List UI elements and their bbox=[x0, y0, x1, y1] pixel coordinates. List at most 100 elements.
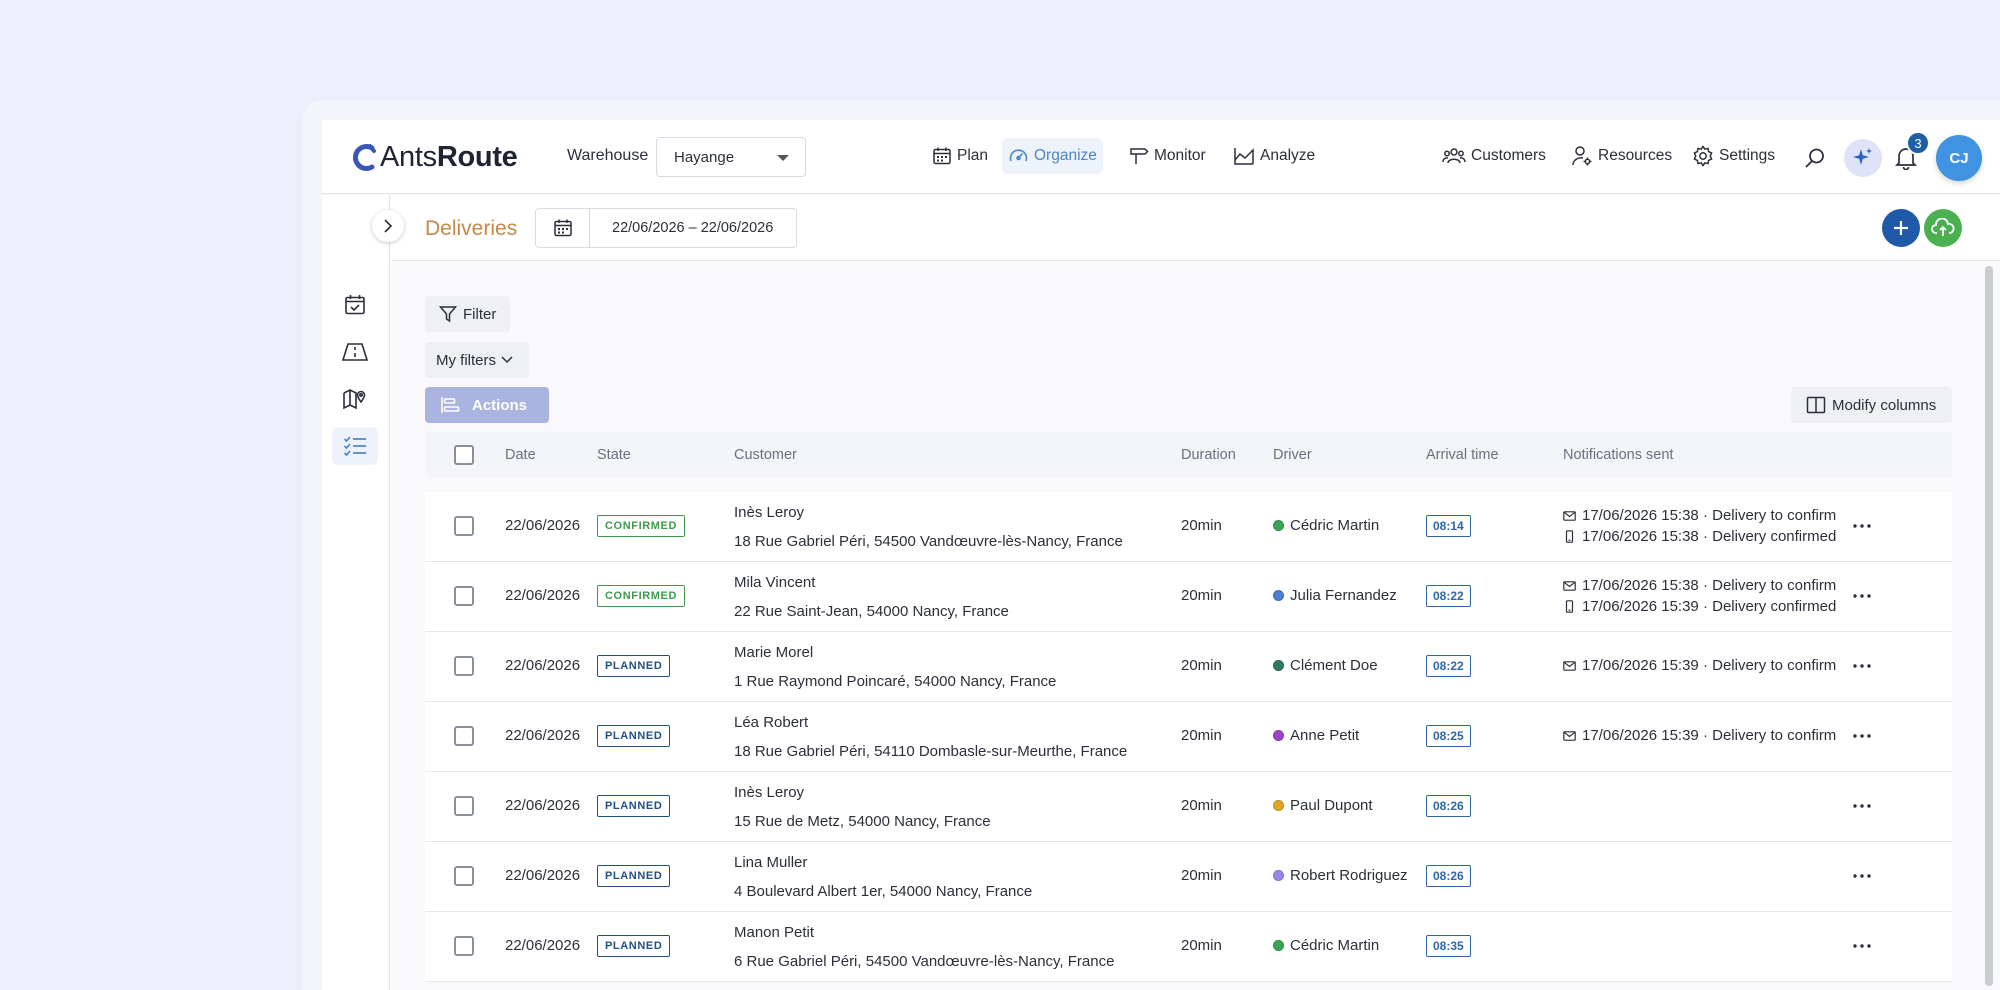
row-checkbox[interactable] bbox=[454, 516, 474, 536]
header-state[interactable]: State bbox=[597, 447, 631, 463]
row-more-button[interactable] bbox=[1847, 865, 1877, 887]
header-date[interactable]: Date bbox=[505, 447, 536, 463]
row-address: 6 Rue Gabriel Péri, 54500 Vandœuvre-lès-… bbox=[734, 953, 1115, 970]
warehouse-select[interactable]: Hayange bbox=[656, 137, 806, 177]
row-checkbox[interactable] bbox=[454, 586, 474, 606]
row-customer-name[interactable]: Inès Leroy bbox=[734, 504, 804, 521]
my-filters-dropdown[interactable]: My filters bbox=[425, 342, 529, 378]
arrival-time-badge: 08:22 bbox=[1426, 585, 1471, 607]
plus-icon bbox=[1894, 221, 1908, 235]
ai-assistant-button[interactable] bbox=[1844, 139, 1882, 177]
nav-analyze[interactable]: Analyze bbox=[1227, 138, 1321, 174]
notification-text: 17/06/2026 15:38 · Delivery to confirm bbox=[1582, 577, 1837, 594]
row-duration: 20min bbox=[1181, 797, 1222, 814]
filter-button[interactable]: Filter bbox=[425, 296, 510, 332]
header-arrival-time[interactable]: Arrival time bbox=[1426, 447, 1499, 463]
row-customer-name[interactable]: Inès Leroy bbox=[734, 784, 804, 801]
header-notifications[interactable]: Notifications sent bbox=[1563, 447, 1673, 463]
row-customer-name[interactable]: Lina Muller bbox=[734, 854, 807, 871]
row-checkbox[interactable] bbox=[454, 796, 474, 816]
row-more-button[interactable] bbox=[1847, 795, 1877, 817]
page-header: Deliveries 22/06/2026 – 22/06/2026 bbox=[391, 195, 2000, 261]
search-button[interactable] bbox=[1799, 142, 1831, 174]
row-more-button[interactable] bbox=[1847, 725, 1877, 747]
arrival-time-badge: 08:35 bbox=[1426, 935, 1471, 957]
more-horizontal-icon bbox=[1853, 874, 1871, 878]
import-button[interactable] bbox=[1924, 209, 1962, 247]
arrival-time-badge: 08:26 bbox=[1426, 865, 1471, 887]
row-customer-name[interactable]: Manon Petit bbox=[734, 924, 814, 941]
header-customer[interactable]: Customer bbox=[734, 447, 797, 463]
scrollbar[interactable] bbox=[1985, 266, 1993, 986]
nav-plan[interactable]: Plan bbox=[926, 138, 994, 174]
nav-monitor[interactable]: Monitor bbox=[1123, 138, 1212, 174]
table-row[interactable]: 22/06/2026 PLANNED Léa Robert 18 Rue Gab… bbox=[425, 702, 1952, 772]
date-range-picker[interactable]: 22/06/2026 – 22/06/2026 bbox=[535, 208, 797, 248]
row-driver-name: Anne Petit bbox=[1290, 727, 1360, 744]
row-more-button[interactable] bbox=[1847, 655, 1877, 677]
row-driver-name: Cédric Martin bbox=[1290, 517, 1380, 534]
row-checkbox[interactable] bbox=[454, 936, 474, 956]
add-delivery-button[interactable] bbox=[1882, 209, 1920, 247]
calendar-check-icon bbox=[345, 295, 365, 315]
sidebar-item-deliveries[interactable] bbox=[332, 427, 378, 465]
row-address: 4 Boulevard Albert 1er, 54000 Nancy, Fra… bbox=[734, 883, 1033, 900]
row-more-button[interactable] bbox=[1847, 585, 1877, 607]
row-checkbox[interactable] bbox=[454, 656, 474, 676]
arrival-time-badge: 08:25 bbox=[1426, 725, 1471, 747]
nav-resources[interactable]: Resources bbox=[1565, 138, 1678, 174]
sidebar-item-calendar[interactable] bbox=[332, 286, 378, 324]
status-badge: PLANNED bbox=[597, 865, 671, 887]
email-icon bbox=[1563, 580, 1576, 591]
row-customer-name[interactable]: Léa Robert bbox=[734, 714, 808, 731]
actions-button[interactable]: Actions bbox=[425, 387, 549, 423]
table-row[interactable]: 22/06/2026 CONFIRMED Mila Vincent 22 Rue… bbox=[425, 562, 1952, 632]
sidebar bbox=[322, 195, 390, 990]
row-address: 22 Rue Saint-Jean, 54000 Nancy, France bbox=[734, 603, 1009, 620]
deliveries-content: Filter My filters Actions Modify columns… bbox=[391, 262, 2000, 990]
nav-settings[interactable]: Settings bbox=[1686, 138, 1781, 174]
status-badge: CONFIRMED bbox=[597, 515, 686, 537]
row-customer-name[interactable]: Mila Vincent bbox=[734, 574, 815, 591]
avatar[interactable]: CJ bbox=[1936, 135, 1982, 181]
row-address: 1 Rue Raymond Poincaré, 54000 Nancy, Fra… bbox=[734, 673, 1057, 690]
modify-columns-button[interactable]: Modify columns bbox=[1791, 387, 1952, 423]
table-row[interactable]: 22/06/2026 PLANNED Marie Morel 1 Rue Ray… bbox=[425, 632, 1952, 702]
cloud-upload-icon bbox=[1931, 218, 1955, 236]
notification-count-badge: 3 bbox=[1906, 131, 1930, 155]
row-more-button[interactable] bbox=[1847, 515, 1877, 537]
table-row[interactable]: 22/06/2026 PLANNED Lina Muller 4 Bouleva… bbox=[425, 842, 1952, 912]
date-picker-button[interactable] bbox=[536, 209, 590, 247]
select-all-checkbox[interactable] bbox=[454, 445, 474, 465]
header-duration[interactable]: Duration bbox=[1181, 447, 1236, 463]
modify-columns-label: Modify columns bbox=[1832, 396, 1937, 414]
road-icon bbox=[341, 343, 369, 361]
driver-color-dot bbox=[1273, 940, 1284, 951]
table-row[interactable]: 22/06/2026 CONFIRMED Inès Leroy 18 Rue G… bbox=[425, 492, 1952, 562]
calendar-icon bbox=[933, 147, 951, 165]
nav-settings-label: Settings bbox=[1719, 147, 1776, 164]
phone-icon bbox=[1565, 530, 1574, 543]
email-icon bbox=[1563, 660, 1576, 671]
more-horizontal-icon bbox=[1853, 734, 1871, 738]
row-checkbox[interactable] bbox=[454, 866, 474, 886]
header-driver[interactable]: Driver bbox=[1273, 447, 1312, 463]
row-date: 22/06/2026 bbox=[505, 727, 581, 744]
row-address: 18 Rue Gabriel Péri, 54500 Vandœuvre-lès… bbox=[734, 533, 1123, 550]
sidebar-item-routes[interactable] bbox=[332, 333, 378, 371]
notification-text: 17/06/2026 15:39 · Delivery to confirm bbox=[1582, 657, 1837, 674]
sidebar-expand-button[interactable] bbox=[372, 210, 404, 242]
row-checkbox[interactable] bbox=[454, 726, 474, 746]
notification-text: 17/06/2026 15:38 · Delivery confirmed bbox=[1582, 528, 1837, 545]
nav-customers[interactable]: Customers bbox=[1436, 138, 1552, 174]
sidebar-item-map[interactable] bbox=[332, 380, 378, 418]
row-more-button[interactable] bbox=[1847, 935, 1877, 957]
row-customer-name[interactable]: Marie Morel bbox=[734, 644, 813, 661]
table-row[interactable]: 22/06/2026 PLANNED Manon Petit 6 Rue Gab… bbox=[425, 912, 1952, 982]
map-pin-icon bbox=[343, 389, 366, 410]
row-duration: 20min bbox=[1181, 517, 1222, 534]
nav-organize[interactable]: Organize bbox=[1002, 138, 1103, 174]
row-driver: Julia Fernandez bbox=[1273, 587, 1397, 604]
logo[interactable]: AntsRoute bbox=[348, 140, 518, 174]
table-row[interactable]: 22/06/2026 PLANNED Inès Leroy 15 Rue de … bbox=[425, 772, 1952, 842]
